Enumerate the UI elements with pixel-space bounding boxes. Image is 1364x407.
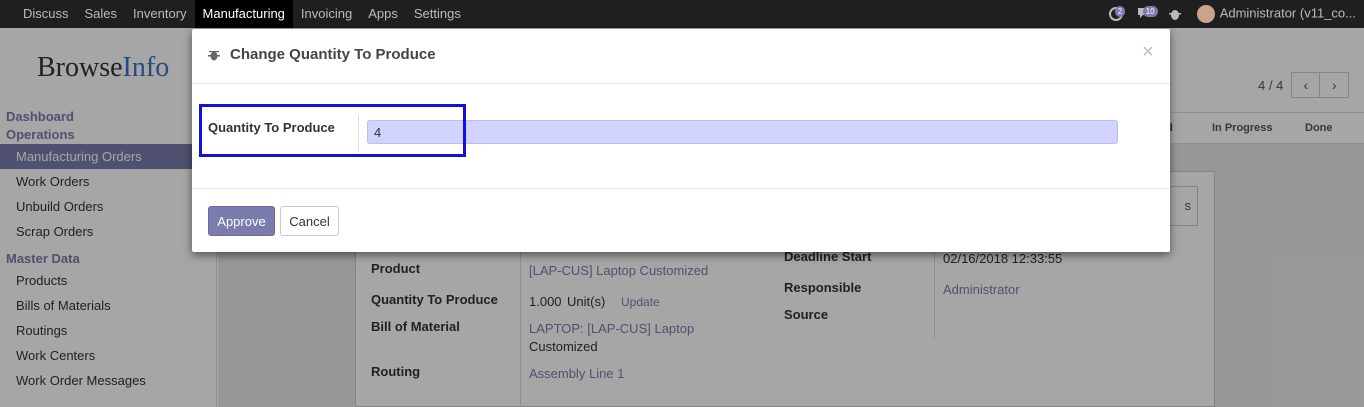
menu-invoicing[interactable]: Invoicing (293, 0, 360, 28)
quantity-to-produce-input[interactable] (367, 120, 1118, 144)
activity-badge: 2 (1114, 6, 1126, 17)
top-navbar: Discuss Sales Inventory Manufacturing In… (0, 0, 1364, 28)
highlight-box (199, 104, 466, 157)
menu-settings[interactable]: Settings (406, 0, 469, 28)
dialog-title: Change Quantity To Produce (230, 46, 436, 63)
app-menu: Discuss Sales Inventory Manufacturing In… (15, 0, 469, 28)
approve-button[interactable]: Approve (208, 206, 275, 236)
menu-manufacturing[interactable]: Manufacturing (194, 0, 293, 28)
user-menu[interactable]: Administrator (v11_co... (1196, 5, 1356, 23)
menu-apps[interactable]: Apps (360, 0, 406, 28)
change-quantity-dialog: Change Quantity To Produce × Quantity To… (192, 29, 1170, 252)
menu-sales[interactable]: Sales (77, 0, 126, 28)
dialog-body: Quantity To Produce (192, 84, 1170, 189)
debug-bug-icon[interactable] (1168, 7, 1185, 21)
menu-discuss[interactable]: Discuss (15, 0, 77, 28)
chat-icon[interactable]: 10 (1137, 6, 1158, 21)
avatar (1196, 5, 1215, 23)
activity-icon[interactable]: 2 (1108, 6, 1126, 21)
bug-icon (208, 48, 220, 62)
close-icon[interactable]: × (1142, 42, 1154, 62)
chat-badge: 10 (1142, 6, 1158, 17)
menu-inventory[interactable]: Inventory (125, 0, 194, 28)
systray: 2 10 Administrator (v11_co... (1108, 0, 1356, 28)
user-name: Administrator (v11_co... (1219, 5, 1356, 21)
dialog-header: Change Quantity To Produce × (192, 29, 1170, 84)
cancel-button[interactable]: Cancel (280, 206, 339, 236)
